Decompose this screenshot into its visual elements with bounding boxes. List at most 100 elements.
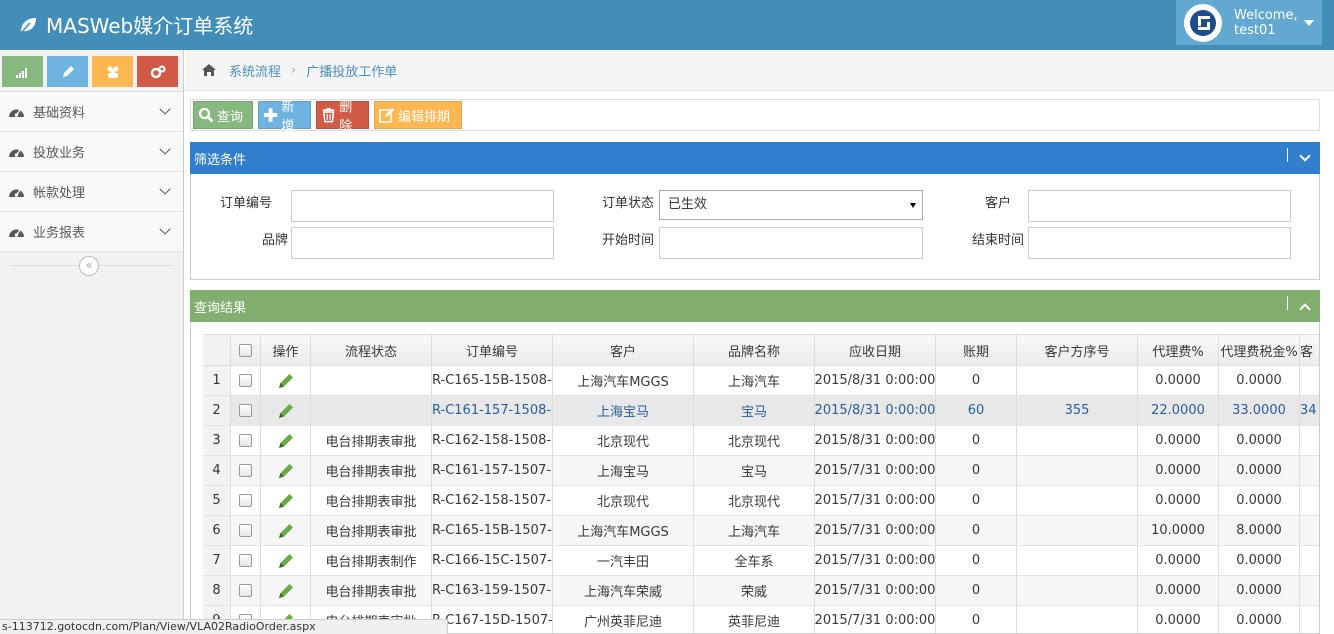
pencil-icon[interactable] — [277, 492, 295, 510]
sidebar-collapse-button[interactable]: « — [79, 256, 99, 276]
caret-down-icon — [1304, 20, 1314, 26]
pencil-icon[interactable] — [277, 462, 295, 480]
customer-input[interactable] — [1028, 190, 1291, 222]
cell-brand: 全车系 — [694, 546, 815, 575]
grid-header: 操作 流程状态 订单编号 客户 品牌名称 应收日期 账期 客户方序号 代理费% … — [203, 334, 1319, 366]
row-select-cell[interactable] — [231, 456, 261, 485]
end-time-input[interactable] — [1028, 227, 1291, 259]
dashboard-icon — [9, 109, 24, 117]
column-header[interactable]: 操作 — [261, 335, 311, 365]
table-row[interactable]: 3 电台排期表审批 R-C162-158-1508- 北京现代 北京现代 2015/8/3… — [203, 426, 1319, 456]
cell-extra: 34 — [1300, 396, 1319, 425]
cell-status: 电台排期表审批 — [311, 456, 432, 485]
brand[interactable]: MASWeb媒介订单系统 — [18, 10, 253, 39]
table-row[interactable]: 2 R-C161-157-1508- 上海宝马 宝马 2015/8/31 0:00:00… — [203, 396, 1319, 426]
shortcut-bar — [0, 50, 183, 92]
shortcut-signal-button[interactable] — [2, 56, 43, 87]
column-header[interactable]: 品牌名称 — [694, 335, 815, 365]
user-menu[interactable]: Welcome, test01 — [1176, 0, 1322, 45]
row-checkbox[interactable] — [239, 554, 252, 567]
breadcrumb-link[interactable]: 系统流程 — [229, 61, 281, 80]
row-select-cell[interactable] — [231, 396, 261, 425]
cell-status: 电台排期表审批 — [311, 426, 432, 455]
row-select-cell[interactable] — [231, 576, 261, 605]
delete-button[interactable]: 删除 — [316, 100, 369, 134]
row-checkbox[interactable] — [239, 494, 252, 507]
sidebar-item-delivery[interactable]: 投放业务 — [0, 132, 183, 172]
cell-customer-seq — [1017, 576, 1138, 605]
column-header[interactable]: 账期 — [936, 335, 1017, 365]
shortcut-pencil-button[interactable] — [47, 56, 88, 87]
dashboard-icon — [9, 189, 24, 197]
start-time-input[interactable] — [659, 227, 923, 259]
brand-input[interactable] — [291, 227, 554, 259]
row-select-cell[interactable] — [231, 546, 261, 575]
cell-status: 电台排期表审批 — [311, 486, 432, 515]
column-header[interactable]: 流程状态 — [311, 335, 432, 365]
row-checkbox[interactable] — [239, 584, 252, 597]
cell-agency-fee: 0.0000 — [1138, 576, 1219, 605]
row-checkbox[interactable] — [239, 374, 252, 387]
column-header[interactable]: 客户方序号 — [1017, 335, 1138, 365]
row-checkbox[interactable] — [239, 524, 252, 537]
chevron-down-icon[interactable] — [1299, 150, 1311, 162]
column-header[interactable]: 应收日期 — [815, 335, 936, 365]
row-select-cell[interactable] — [231, 486, 261, 515]
column-header[interactable]: 客 — [1300, 335, 1319, 365]
pencil-icon[interactable] — [277, 582, 295, 600]
pencil-icon[interactable] — [277, 552, 295, 570]
pencil-icon[interactable] — [277, 522, 295, 540]
dashboard-icon — [9, 229, 24, 237]
home-icon[interactable] — [201, 63, 217, 77]
cell-customer-seq — [1017, 486, 1138, 515]
column-header[interactable]: 订单编号 — [432, 335, 553, 365]
column-header[interactable]: 客户 — [553, 335, 694, 365]
cell-agency-tax: 33.0000 — [1219, 396, 1300, 425]
cell-term: 0 — [936, 486, 1017, 515]
row-checkbox[interactable] — [239, 434, 252, 447]
pencil-icon[interactable] — [277, 432, 295, 450]
sidebar-item-label: 业务报表 — [33, 226, 86, 241]
cell-agency-tax: 0.0000 — [1219, 366, 1300, 395]
query-button[interactable]: 查询 — [193, 101, 253, 129]
row-select-cell[interactable] — [231, 516, 261, 545]
order-status-value: 已生效 — [668, 197, 708, 212]
shortcut-cogs-button[interactable] — [137, 56, 178, 87]
cell-customer-seq — [1017, 516, 1138, 545]
sidebar-item-basic-data[interactable]: 基础资料 — [0, 92, 183, 132]
table-row[interactable]: 7 电台排期表制作 R-C166-15C-1507- 一汽丰田 全车系 2015/7/31… — [203, 546, 1319, 576]
sidebar-item-accounts[interactable]: 帐款处理 — [0, 172, 183, 212]
table-row[interactable]: 8 电台排期表审批 R-C163-159-1507- 上海汽车荣威 荣威 2015/7/3… — [203, 576, 1319, 606]
sidebar-item-reports[interactable]: 业务报表 — [0, 212, 183, 252]
add-button[interactable]: 新增 — [258, 100, 311, 134]
column-header[interactable]: 代理费税金% — [1219, 335, 1300, 365]
select-all-checkbox[interactable] — [239, 343, 252, 357]
order-status-select[interactable]: 已生效 — [659, 190, 923, 220]
table-row[interactable]: 1 R-C165-15B-1508- 上海汽车MGGS 上海汽车 2015/8/31 0… — [203, 366, 1319, 396]
table-row[interactable]: 4 电台排期表审批 R-C161-157-1507- 上海宝马 宝马 2015/7/31 … — [203, 456, 1319, 486]
row-select-cell[interactable] — [231, 366, 261, 395]
welcome-text: Welcome, — [1234, 7, 1298, 23]
order-no-input[interactable] — [291, 190, 554, 222]
table-row[interactable]: 6 电台排期表审批 R-C165-15B-1507- 上海汽车MGGS 上海汽车 2015… — [203, 516, 1319, 546]
header-select-all[interactable] — [231, 335, 261, 365]
shortcut-users-button[interactable] — [92, 56, 133, 87]
cell-term: 0 — [936, 456, 1017, 485]
pencil-icon[interactable] — [277, 402, 295, 420]
row-checkbox[interactable] — [239, 464, 252, 477]
order-status-label: 订单状态 — [602, 196, 655, 211]
cell-order-no: R-C167-15D-1507- — [432, 606, 553, 633]
cell-order-no: R-C161-157-1508- — [432, 396, 553, 425]
header-rownum — [203, 335, 231, 365]
row-checkbox[interactable] — [239, 404, 252, 417]
cell-agency-fee: 0.0000 — [1138, 456, 1219, 485]
chevron-up-icon[interactable] — [1299, 303, 1311, 315]
table-row[interactable]: 5 电台排期表审批 R-C162-158-1507- 北京现代 北京现代 2015/7/3… — [203, 486, 1319, 516]
pencil-icon[interactable] — [277, 372, 295, 390]
edit-schedule-button[interactable]: 编辑排期 — [374, 101, 462, 129]
sidebar-item-label: 投放业务 — [33, 146, 86, 161]
column-header[interactable]: 代理费% — [1138, 335, 1219, 365]
row-select-cell[interactable] — [231, 426, 261, 455]
cell-extra — [1300, 546, 1319, 575]
cell-term: 0 — [936, 546, 1017, 575]
